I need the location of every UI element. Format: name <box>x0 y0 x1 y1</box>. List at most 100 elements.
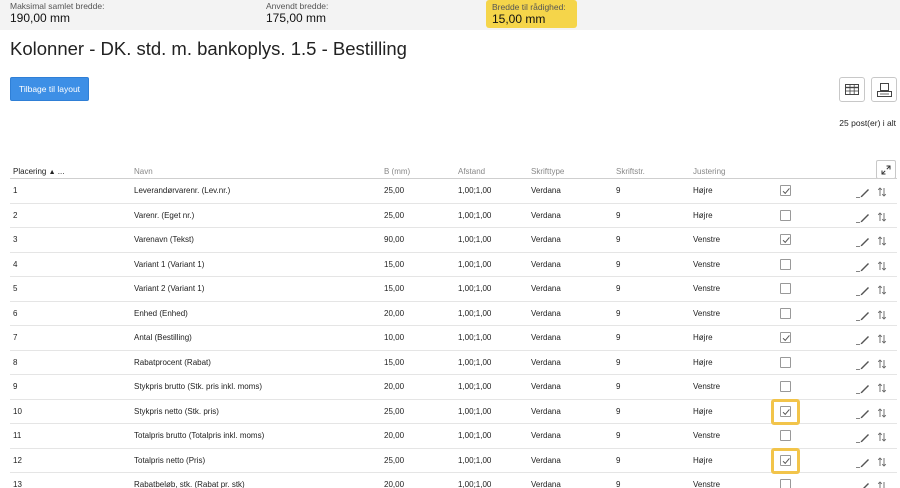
cell-justering: Venstre <box>693 284 721 293</box>
table-row[interactable]: 11 Totalpris brutto (Totalpris inkl. moms… <box>10 424 897 449</box>
column-options-icon[interactable]: ... <box>58 167 65 176</box>
cell-navn: Rabatbeløb, stk. (Rabat pr. stk) <box>134 480 245 488</box>
sort-ascending-icon[interactable]: ▲ <box>49 169 56 176</box>
pencil-icon[interactable] <box>856 430 870 448</box>
visible-checkbox[interactable] <box>780 479 791 488</box>
back-to-layout-button[interactable]: Tilbage til layout <box>10 77 89 101</box>
cell-b-mm: 25,00 <box>384 186 405 195</box>
cell-skriftstr: 9 <box>616 210 621 220</box>
column-header-skrifttype[interactable]: Skrifttype <box>531 167 564 176</box>
visible-checkbox[interactable] <box>780 283 791 294</box>
visible-checkbox[interactable] <box>780 405 791 417</box>
table-row[interactable]: 7 Antal (Bestilling) 10,00 1,00;1,00 Verdana… <box>10 326 897 351</box>
cell-navn: Totalpris brutto (Totalpris inkl. moms) <box>134 431 265 440</box>
table-row[interactable]: 2 Varenr. (Eget nr.) 25,00 1,00;1,00 Verdana… <box>10 204 897 228</box>
reorder-arrows-icon[interactable] <box>877 185 887 203</box>
visible-checkbox[interactable] <box>780 258 791 270</box>
table-row[interactable]: 10 Stykpris netto (Stk. pris) 25,00 1,00;1,… <box>10 398 897 425</box>
cell-b-mm: 25,00 <box>384 406 405 416</box>
table-row[interactable]: 12 Totalpris netto (Pris) 25,00 1,00;1,00 Ve… <box>10 447 897 474</box>
table-row[interactable]: 3 Varenavn (Tekst) 90,00 1,00;1,00 Verdana 9 V… <box>10 228 897 253</box>
visible-checkbox[interactable] <box>780 234 791 245</box>
visible-checkbox[interactable] <box>780 356 791 368</box>
cell-afstand: 1,00;1,00 <box>458 210 492 220</box>
visible-checkbox[interactable] <box>780 430 791 441</box>
cell-b-mm: 20,00 <box>384 308 405 318</box>
reorder-arrows-icon[interactable] <box>877 406 887 424</box>
reorder-arrows-icon[interactable] <box>877 283 887 301</box>
cell-b-mm: 15,00 <box>384 284 405 293</box>
cell-skriftstr: 9 <box>616 259 621 269</box>
visible-checkbox[interactable] <box>780 307 791 319</box>
column-header-navn[interactable]: Navn <box>134 167 153 176</box>
cell-skriftstr: 9 <box>616 406 621 416</box>
cell-skriftstr: 9 <box>616 284 621 293</box>
reorder-arrows-icon[interactable] <box>877 210 887 228</box>
cell-justering: Højre <box>693 210 713 220</box>
table-row[interactable]: 6 Enhed (Enhed) 20,00 1,00;1,00 Verdana 9 Vens… <box>10 302 897 326</box>
pencil-icon[interactable] <box>856 406 870 424</box>
table-row[interactable]: 13 Rabatbeløb, stk. (Rabat pr. stk) 20,00 1… <box>10 473 897 488</box>
cell-justering: Venstre <box>693 259 721 269</box>
cell-placering: 3 <box>13 235 18 244</box>
pencil-icon[interactable] <box>856 357 870 375</box>
used-width-value: 175,00 mm <box>266 11 327 25</box>
reorder-arrows-icon[interactable] <box>877 455 887 473</box>
table-row[interactable]: 9 Stykpris brutto (Stk. pris inkl. moms) 2… <box>10 375 897 400</box>
cell-skrifttype: Verdana <box>531 210 561 220</box>
pencil-icon[interactable] <box>856 455 870 473</box>
pencil-icon[interactable] <box>856 381 870 399</box>
table-row[interactable]: 8 Rabatprocent (Rabat) 15,00 1,00;1,00 Verda… <box>10 351 897 375</box>
column-header-skriftstr[interactable]: Skriftstr. <box>616 167 645 176</box>
visible-checkbox[interactable] <box>780 381 791 392</box>
visible-checkbox[interactable] <box>780 185 791 196</box>
page-title: Kolonner - DK. std. m. bankoplys. 1.5 - … <box>10 38 407 59</box>
cell-navn: Leverandørvarenr. (Lev.nr.) <box>134 186 231 195</box>
cell-b-mm: 20,00 <box>384 382 405 391</box>
column-header-placering[interactable]: Placering ▲ ... <box>13 167 64 176</box>
cell-afstand: 1,00;1,00 <box>458 431 492 440</box>
pencil-icon[interactable] <box>856 185 870 203</box>
pencil-icon[interactable] <box>856 479 870 488</box>
cell-placering: 10 <box>13 406 22 416</box>
pencil-icon[interactable] <box>856 259 870 277</box>
column-header-justering[interactable]: Justering <box>693 167 725 176</box>
reorder-arrows-icon[interactable] <box>877 332 887 350</box>
pencil-icon[interactable] <box>856 332 870 350</box>
cell-skriftstr: 9 <box>616 186 621 195</box>
cell-b-mm: 90,00 <box>384 235 405 244</box>
reorder-arrows-icon[interactable] <box>877 357 887 375</box>
pencil-icon[interactable] <box>856 283 870 301</box>
pencil-icon[interactable] <box>856 308 870 326</box>
reorder-arrows-icon[interactable] <box>877 308 887 326</box>
table-view-button[interactable] <box>839 77 865 102</box>
cell-afstand: 1,00;1,00 <box>458 333 492 342</box>
reorder-arrows-icon[interactable] <box>877 479 887 488</box>
visible-checkbox[interactable] <box>780 209 791 221</box>
column-header-b-mm[interactable]: B (mm) <box>384 167 410 176</box>
cell-skrifttype: Verdana <box>531 308 561 318</box>
table-row[interactable]: 1 Leverandørvarenr. (Lev.nr.) 25,00 1,00;1,… <box>10 179 897 204</box>
cell-justering: Venstre <box>693 235 721 244</box>
column-header-afstand[interactable]: Afstand <box>458 167 485 176</box>
visible-checkbox[interactable] <box>780 454 791 466</box>
table-row[interactable]: 5 Variant 2 (Variant 1) 15,00 1,00;1,00 Verd… <box>10 277 897 302</box>
reorder-arrows-icon[interactable] <box>877 430 887 448</box>
cell-skrifttype: Verdana <box>531 382 561 391</box>
pencil-icon[interactable] <box>856 234 870 252</box>
cell-placering: 1 <box>13 186 18 195</box>
reorder-arrows-icon[interactable] <box>877 381 887 399</box>
cell-afstand: 1,00;1,00 <box>458 455 492 465</box>
cell-skrifttype: Verdana <box>531 186 561 195</box>
cell-afstand: 1,00;1,00 <box>458 308 492 318</box>
reorder-arrows-icon[interactable] <box>877 234 887 252</box>
cell-b-mm: 20,00 <box>384 431 405 440</box>
expand-button[interactable] <box>876 160 896 179</box>
cell-skriftstr: 9 <box>616 455 621 465</box>
pencil-icon[interactable] <box>856 210 870 228</box>
cell-afstand: 1,00;1,00 <box>458 284 492 293</box>
print-button[interactable] <box>871 77 897 102</box>
visible-checkbox[interactable] <box>780 332 791 343</box>
table-row[interactable]: 4 Variant 1 (Variant 1) 15,00 1,00;1,00 Verd… <box>10 253 897 277</box>
reorder-arrows-icon[interactable] <box>877 259 887 277</box>
